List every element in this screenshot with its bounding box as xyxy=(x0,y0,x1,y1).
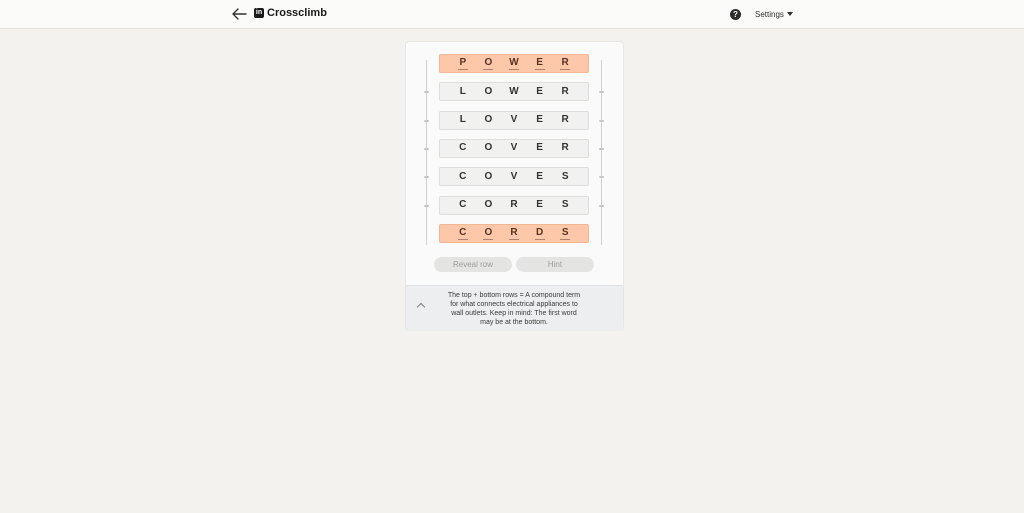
letter-tile: W xyxy=(508,57,519,70)
word-row[interactable]: LOVER xyxy=(439,110,589,130)
letter-tile: R xyxy=(508,226,519,240)
letter-tile: O xyxy=(483,57,494,70)
letter-tile: O xyxy=(484,199,493,210)
locked-row: C OR D S xyxy=(439,223,589,243)
letter-tile: O xyxy=(483,226,494,240)
left-rail xyxy=(426,60,427,245)
word-row[interactable]: COVES xyxy=(439,167,589,187)
rail-tick xyxy=(424,91,429,94)
locked-row: POWER xyxy=(439,54,589,73)
settings-label: Settings xyxy=(755,10,784,19)
game-title: Crossclimb xyxy=(267,7,327,19)
help-icon[interactable]: ? xyxy=(730,9,741,20)
letter-tile: C xyxy=(459,142,467,154)
linkedin-logo-icon: in xyxy=(254,8,264,18)
rail-tick xyxy=(599,147,604,150)
letter-tile: R xyxy=(560,57,571,70)
right-rail xyxy=(601,60,602,245)
brand: in Crossclimb xyxy=(254,7,327,19)
rail-tick xyxy=(599,176,604,179)
letter-tile: V xyxy=(510,142,518,154)
rail-tick xyxy=(424,176,429,179)
letter-tile: C xyxy=(459,199,467,210)
clue-text: The top + bottom rows = A compound term … xyxy=(447,292,581,326)
letter-tile: C xyxy=(457,226,468,240)
letter-tile: O xyxy=(484,114,493,126)
top-bar: in Crossclimb ? Settings xyxy=(0,0,1024,29)
letter-tile: E xyxy=(536,170,543,182)
rail-tick xyxy=(424,147,429,150)
letter-tile: R xyxy=(510,199,518,210)
rail-tick xyxy=(424,119,429,122)
settings-menu[interactable]: Settings xyxy=(755,10,793,19)
letter-tile: S xyxy=(560,226,571,240)
letter-tile: V xyxy=(510,114,518,126)
letter-tile: D xyxy=(534,226,545,240)
letter-tile: E xyxy=(536,142,543,154)
letter-tile: V xyxy=(510,170,518,182)
rail-tick xyxy=(599,91,604,94)
letter-tile: R xyxy=(561,142,569,154)
letter-tile: E xyxy=(536,85,543,97)
letter-tile: O xyxy=(484,142,493,154)
letter-tile: P xyxy=(457,57,468,70)
rail-tick xyxy=(599,204,604,207)
letter-tile: S xyxy=(561,170,569,182)
letter-tile: E xyxy=(534,57,545,70)
hint-button[interactable]: Hint xyxy=(516,257,594,272)
letter-tile: R xyxy=(561,114,569,126)
letter-tile: S xyxy=(561,199,569,210)
letter-tile: O xyxy=(484,85,493,97)
letter-tile: L xyxy=(459,85,466,97)
chevron-up-icon[interactable] xyxy=(416,302,426,312)
word-row[interactable]: LOWER xyxy=(439,82,589,102)
letter-tile: L xyxy=(459,114,466,126)
rail-tick xyxy=(599,119,604,122)
word-row[interactable]: CORES xyxy=(439,195,589,215)
clue-panel: The top + bottom rows = A compound term … xyxy=(406,285,623,331)
rail-tick xyxy=(424,204,429,207)
letter-tile: E xyxy=(536,114,543,126)
caret-down-icon xyxy=(786,12,793,16)
game-card: POWERLOWERLOVERCOVERCOVESCORESCORDS Reve… xyxy=(405,41,624,331)
back-arrow-icon[interactable] xyxy=(230,6,248,22)
letter-tile: W xyxy=(509,85,519,97)
letter-tile: C xyxy=(459,170,467,182)
letter-tile: E xyxy=(536,199,543,210)
word-row[interactable]: COVER xyxy=(439,138,589,158)
letter-tile: R xyxy=(561,85,569,97)
letter-tile: O xyxy=(484,170,493,182)
reveal-row-button[interactable]: Reveal row xyxy=(434,257,512,272)
